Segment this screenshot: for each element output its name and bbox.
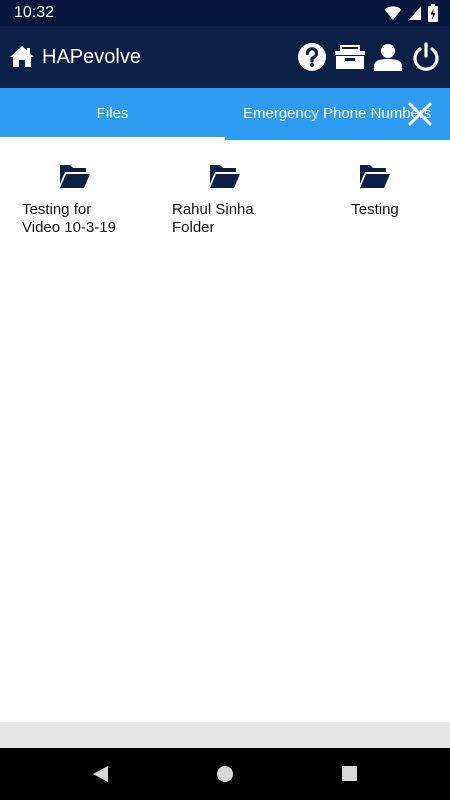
help-button[interactable] <box>296 40 328 74</box>
bottom-strip <box>0 722 450 748</box>
tab-emergency-phone-numbers[interactable]: Emergency Phone Numbers <box>243 88 431 140</box>
folder-grid: Testing for Video 10-3-19 Rahul Sinha Fo… <box>0 162 450 237</box>
power-icon <box>413 42 439 71</box>
battery-charging-icon <box>428 4 438 22</box>
status-bar: 10:32 <box>0 0 450 26</box>
folder-item[interactable]: Rahul Sinha Folder <box>150 162 300 237</box>
home-icon <box>10 46 34 67</box>
close-button[interactable] <box>406 100 434 128</box>
folder-label: Testing for Video 10-3-19 <box>22 201 116 236</box>
app-title: HAPevolve <box>42 46 141 68</box>
inbox-icon <box>335 45 365 69</box>
home-circle-icon[interactable] <box>217 766 233 782</box>
back-icon <box>93 766 108 782</box>
tab-files[interactable]: Files <box>0 88 225 140</box>
status-icons <box>384 4 438 22</box>
back-button[interactable] <box>90 764 110 784</box>
folder-label: Rahul Sinha Folder <box>172 201 254 236</box>
folder-open-icon <box>360 165 390 188</box>
folder-open-icon <box>60 165 90 188</box>
system-nav-bar <box>0 748 450 800</box>
wifi-icon <box>384 6 402 20</box>
folder-item[interactable]: Testing <box>300 162 450 237</box>
folder-item[interactable]: Testing for Video 10-3-19 <box>0 162 150 237</box>
signal-icon <box>409 6 421 20</box>
inbox-button[interactable] <box>334 40 366 74</box>
close-icon <box>407 101 433 127</box>
profile-button[interactable] <box>372 40 404 74</box>
help-icon <box>298 43 326 71</box>
status-time: 10:32 <box>14 4 55 21</box>
folder-label: Testing <box>351 201 399 218</box>
folder-open-icon <box>210 165 240 188</box>
profile-icon <box>374 44 402 71</box>
tab-bar: Files Emergency Phone Numbers <box>0 88 450 140</box>
recents-icon[interactable] <box>342 766 357 781</box>
files-content: Testing for Video 10-3-19 Rahul Sinha Fo… <box>0 140 450 722</box>
app-bar-actions <box>296 39 442 75</box>
home-button[interactable] <box>8 43 36 71</box>
app-bar: HAPevolve <box>0 26 450 88</box>
power-button[interactable] <box>410 40 442 74</box>
